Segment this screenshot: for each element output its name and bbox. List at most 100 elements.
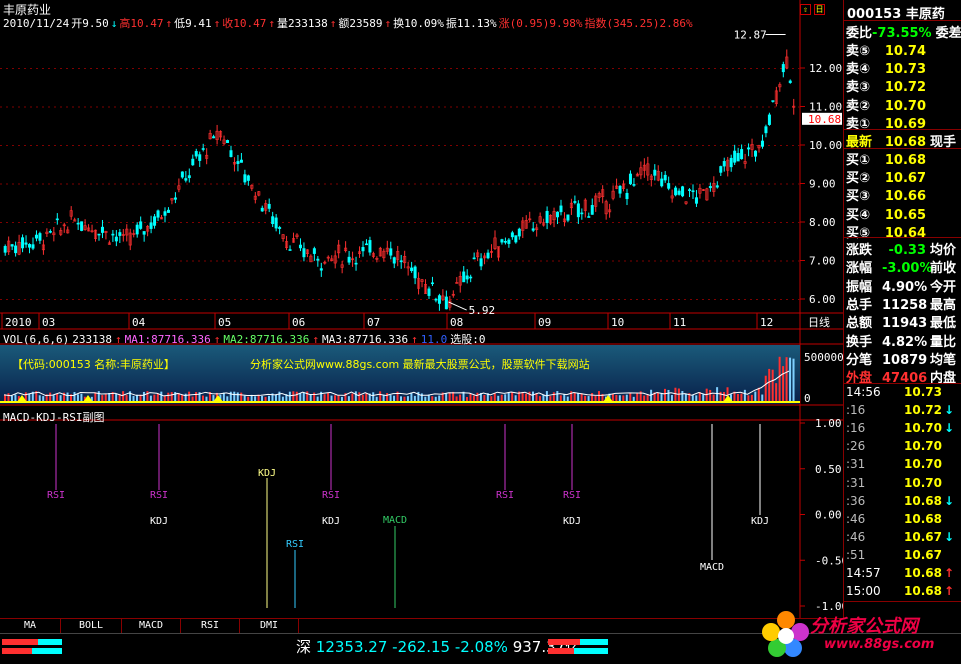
tab-rsi[interactable]: RSI: [181, 619, 240, 633]
price-gridline: [414, 260, 416, 262]
price-gridline: [162, 106, 164, 108]
price-gridline: [432, 106, 434, 108]
candle-body: [691, 190, 695, 193]
price-gridline: [282, 222, 284, 223]
price-gridline: [582, 106, 584, 108]
tick-price: 10.70: [904, 475, 942, 490]
calendar-icon[interactable]: 日: [814, 4, 825, 15]
stat-ext: 均笔: [930, 352, 957, 368]
price-gridline: [732, 260, 734, 262]
price-gridline: [258, 260, 260, 262]
price-gridline: [54, 106, 56, 108]
price-gridline: [228, 260, 230, 262]
price-gridline: [498, 145, 500, 146]
price-gridline: [636, 222, 638, 223]
chart-canvas[interactable]: 12.0011.0010.009.008.007.006.0012.875.92…: [0, 0, 843, 618]
signal-label: MACD: [700, 562, 724, 573]
price-gridline: [174, 68, 176, 69]
price-gridline: [438, 260, 440, 262]
price-gridline: [336, 183, 338, 185]
candle-body: [21, 237, 25, 249]
tick-row[interactable]: :46 10.68: [844, 512, 956, 530]
price-gridline: [678, 68, 680, 69]
tab-macd[interactable]: MACD: [122, 619, 181, 633]
tick-time: :16: [846, 403, 866, 418]
tick-row[interactable]: :16 10.70 ↓: [844, 421, 956, 439]
price-gridline: [288, 299, 290, 300]
price-gridline: [402, 299, 404, 300]
window-buttons[interactable]: ⇧ 日: [797, 2, 825, 15]
tick-row[interactable]: :46 10.67 ↓: [844, 530, 956, 548]
tick-row[interactable]: :36 10.68 ↓: [844, 494, 956, 512]
price-gridline: [330, 106, 332, 108]
price-gridline: [690, 260, 692, 262]
price-gridline: [576, 106, 578, 108]
tick-row[interactable]: 14:57 10.68 ↑: [844, 566, 956, 584]
price-gridline: [504, 145, 506, 146]
info-item: 低9.41: [174, 17, 212, 30]
price-gridline: [432, 68, 434, 69]
tick-row[interactable]: 15:00 10.68 ↑: [844, 584, 956, 602]
price-gridline: [768, 222, 770, 223]
tick-price: 10.72: [904, 403, 942, 418]
price-gridline: [360, 145, 362, 146]
tick-row[interactable]: :16 10.72 ↓: [844, 403, 956, 421]
volume-bar: [556, 391, 559, 401]
tick-row[interactable]: :31 10.70: [844, 457, 956, 475]
current-price-label: 10.68: [808, 113, 841, 126]
volume-bar: [347, 396, 350, 401]
tab-boll[interactable]: BOLL: [61, 619, 122, 633]
price-gridline: [48, 106, 50, 108]
volume-bar: [295, 391, 298, 401]
price-tick-label: 10.00: [809, 139, 842, 152]
volume-bar: [445, 393, 448, 401]
price-gridline: [540, 145, 542, 146]
candle-body: [500, 239, 504, 243]
price-gridline: [108, 145, 110, 146]
price-gridline: [96, 299, 98, 300]
month-label: 09: [538, 316, 551, 329]
price-gridline: [12, 106, 14, 108]
price-gridline: [294, 222, 296, 223]
price-gridline: [228, 183, 230, 185]
price-gridline: [798, 106, 800, 108]
volume-bar: [493, 393, 496, 401]
candle-body: [677, 190, 681, 195]
chart-area[interactable]: 12.00 11.00 10.00 9.00 8.00 7.00 6.00 12.87 5.92…: [0, 0, 843, 618]
volume-bar: [677, 388, 680, 401]
price-gridline: [222, 222, 224, 223]
price-gridline: [402, 106, 404, 108]
tick-time: :51: [846, 547, 866, 562]
price-gridline: [576, 145, 578, 146]
price-gridline: [510, 183, 512, 185]
sell-label: 卖②: [846, 98, 871, 114]
tab-dmi[interactable]: DMI: [240, 619, 299, 633]
price-gridline: [264, 68, 266, 69]
volume-bar: [104, 394, 107, 401]
price-gridline: [240, 222, 242, 223]
vol-label-item: 11.0: [420, 333, 448, 346]
price-gridline: [738, 222, 740, 223]
price-gridline: [402, 145, 404, 146]
price-gridline: [672, 299, 674, 300]
price-gridline: [102, 106, 104, 108]
volume-bar: [504, 394, 507, 401]
price-gridline: [516, 68, 518, 69]
price-gridline: [126, 106, 128, 108]
price-gridline: [588, 145, 590, 146]
price-gridline: [6, 106, 8, 108]
tick-row[interactable]: :26 10.70: [844, 439, 956, 457]
price-gridline: [462, 222, 464, 223]
maximize-icon[interactable]: ⇧: [800, 4, 811, 15]
volume-bar: [142, 391, 145, 401]
price-gridline: [294, 183, 296, 185]
candle-body: [139, 221, 143, 229]
tick-row[interactable]: :51 10.67: [844, 548, 956, 566]
high-price-label: 12.87: [734, 29, 767, 42]
sell-price: 10.74: [884, 44, 926, 59]
tab-ma[interactable]: MA: [0, 619, 61, 633]
price-gridline: [456, 260, 458, 262]
tick-row[interactable]: :31 10.70: [844, 476, 956, 494]
price-gridline: [420, 106, 422, 108]
tick-row[interactable]: 14:56 10.73: [844, 385, 956, 403]
